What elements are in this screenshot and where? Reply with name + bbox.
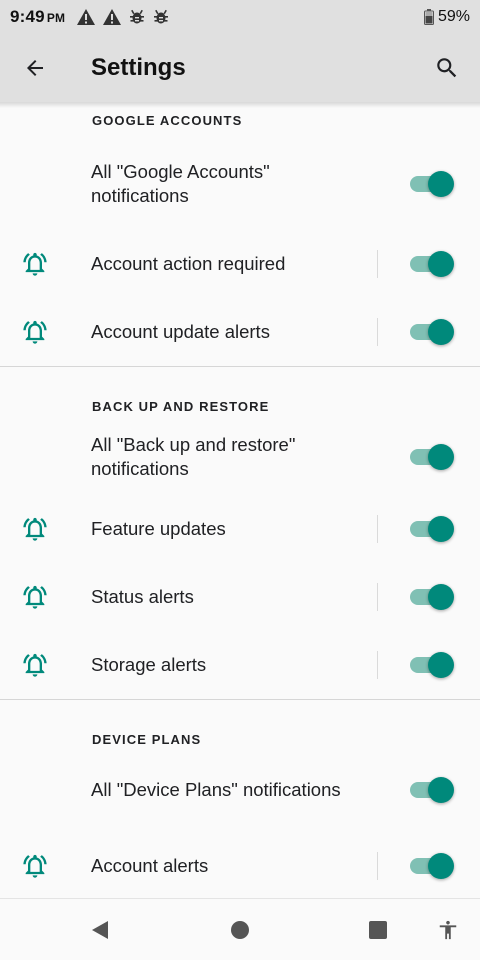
- all-notifications-row[interactable]: All "Back up and restore" notifications: [0, 431, 480, 483]
- row-label: All "Google Accounts" notifications: [91, 161, 270, 206]
- toggle-thumb: [428, 777, 454, 803]
- search-button[interactable]: [414, 34, 480, 102]
- nav-home-button[interactable]: [210, 899, 270, 960]
- accessibility-icon: [439, 920, 457, 940]
- toggle-switch[interactable]: [410, 170, 454, 198]
- battery-icon: [423, 9, 434, 25]
- toggle-switch[interactable]: [410, 318, 454, 346]
- toggle-switch[interactable]: [410, 651, 454, 679]
- back-triangle-icon: [92, 921, 108, 939]
- row-label: All "Back up and restore" notifications: [91, 434, 296, 479]
- row-label: Account update alerts: [91, 321, 270, 342]
- toggle-thumb: [428, 319, 454, 345]
- toggle-thumb: [428, 171, 454, 197]
- row-label: All "Device Plans" notifications: [91, 779, 341, 800]
- bug-icon: [154, 9, 169, 24]
- status-ampm: PM: [46, 11, 66, 25]
- toggle-switch[interactable]: [410, 852, 454, 880]
- status-time: 9:49 PM: [10, 7, 66, 26]
- notification-channel-row[interactable]: Account alerts: [0, 832, 480, 898]
- battery-percent: 59%: [437, 8, 470, 25]
- back-button[interactable]: [0, 34, 70, 102]
- row-label: Account action required: [91, 253, 286, 274]
- row-divider: [377, 250, 378, 278]
- notification-bell-icon: [20, 650, 50, 680]
- bug-icon: [130, 9, 145, 24]
- row-divider: [377, 515, 378, 543]
- recents-square-icon: [369, 921, 387, 939]
- notification-channel-row[interactable]: Account action required: [0, 230, 480, 298]
- row-label: Status alerts: [91, 586, 194, 607]
- warning-icon: [77, 9, 96, 25]
- notification-bell-icon: [20, 317, 50, 347]
- toggle-switch[interactable]: [410, 583, 454, 611]
- toggle-thumb: [428, 584, 454, 610]
- toggle-switch[interactable]: [410, 250, 454, 278]
- notification-bell-icon: [20, 249, 50, 279]
- toggle-thumb: [428, 444, 454, 470]
- notification-channel-row[interactable]: Feature updates: [0, 495, 480, 563]
- toggle-thumb: [428, 516, 454, 542]
- toggle-thumb: [428, 251, 454, 277]
- row-label: Storage alerts: [91, 654, 207, 675]
- status-bar: 9:49 PM 59%: [0, 0, 480, 34]
- status-icons: [77, 9, 169, 25]
- all-notifications-row[interactable]: All "Google Accounts" notifications: [0, 138, 480, 230]
- notification-bell-icon: [20, 514, 50, 544]
- row-label: Account alerts: [91, 855, 209, 876]
- all-notifications-row[interactable]: All "Device Plans" notifications: [0, 764, 480, 816]
- row-divider: [377, 318, 378, 346]
- notification-channel-row[interactable]: Storage alerts: [0, 631, 480, 699]
- toggle-switch[interactable]: [410, 776, 454, 804]
- notification-bell-icon: [20, 851, 50, 881]
- row-divider: [377, 651, 378, 679]
- nav-accessibility-button[interactable]: [418, 899, 478, 960]
- warning-icon: [103, 9, 122, 25]
- row-divider: [377, 583, 378, 611]
- page-title: Settings: [91, 54, 186, 81]
- toggle-switch[interactable]: [410, 443, 454, 471]
- row-divider: [377, 852, 378, 880]
- nav-recents-button[interactable]: [348, 899, 408, 960]
- notification-bell-icon: [20, 582, 50, 612]
- nav-back-button[interactable]: [70, 899, 130, 960]
- toggle-thumb: [428, 652, 454, 678]
- status-right: 59%: [423, 8, 470, 26]
- home-circle-icon: [231, 921, 249, 939]
- notification-channel-row[interactable]: Status alerts: [0, 563, 480, 631]
- app-bar: Settings: [0, 34, 480, 102]
- row-label: Feature updates: [91, 518, 226, 539]
- toggle-switch[interactable]: [410, 515, 454, 543]
- toggle-thumb: [428, 853, 454, 879]
- app-bar-shadow: [0, 102, 480, 108]
- settings-list: GOOGLE ACCOUNTS All "Google Accounts" no…: [0, 102, 480, 898]
- arrow-back-icon: [27, 60, 43, 76]
- notification-channel-row[interactable]: Account update alerts: [0, 298, 480, 366]
- search-icon: [437, 58, 457, 78]
- system-nav-bar: [0, 898, 480, 960]
